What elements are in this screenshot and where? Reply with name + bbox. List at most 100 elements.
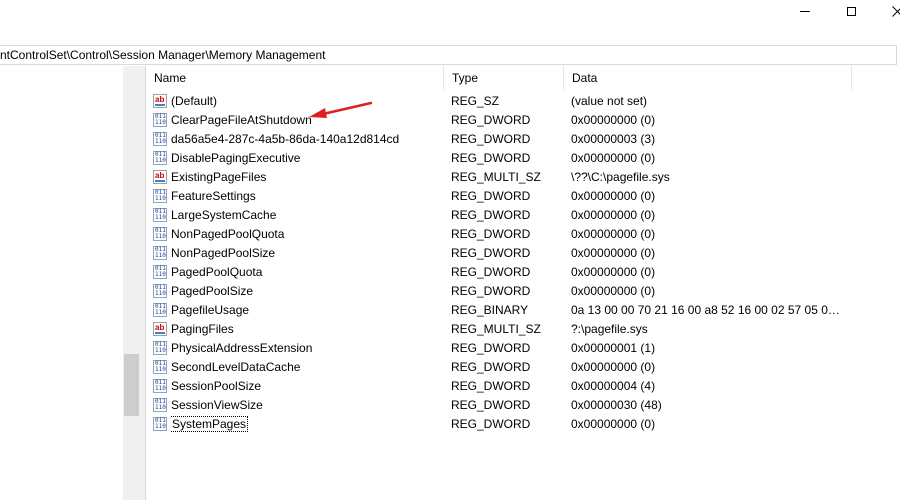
value-type: REG_DWORD (451, 189, 531, 203)
binary-value-icon: 011 110 (153, 227, 167, 241)
table-row[interactable]: 011 110 LargeSystemCache REG_DWORD 0x0000000… (146, 206, 900, 225)
value-name: SecondLevelDataCache (171, 358, 441, 377)
value-name: SystemPages (171, 415, 441, 434)
table-row[interactable]: 011 110 PagefileUsage REG_BINARY 0a 13 00 00… (146, 301, 900, 320)
value-type: REG_DWORD (451, 113, 531, 127)
value-name-text: FeatureSettings (171, 189, 256, 203)
table-row[interactable]: 011 110 SessionViewSize REG_DWORD 0x00000030… (146, 396, 900, 415)
value-name-text: SessionViewSize (171, 398, 263, 412)
value-data: 0x00000000 (0) (571, 417, 656, 431)
value-data: 0x00000000 (0) (571, 113, 656, 127)
tree-scrollbar[interactable] (123, 66, 140, 500)
value-name: NonPagedPoolSize (171, 244, 441, 263)
value-name: PagedPoolQuota (171, 263, 441, 282)
value-name-text: NonPagedPoolSize (171, 246, 276, 260)
value-type: REG_DWORD (451, 341, 531, 355)
binary-value-icon: 011 110 (153, 208, 167, 222)
close-icon (891, 5, 900, 17)
column-header: Name Type Data (146, 66, 900, 90)
value-name: FeatureSettings (171, 187, 441, 206)
value-name-text: (Default) (171, 94, 218, 108)
ab-string-icon: ab (153, 170, 167, 184)
value-name: da56a5e4-287c-4a5b-86da-140a12d814cd (171, 130, 441, 149)
value-type: REG_DWORD (451, 132, 531, 146)
key-tree-pane[interactable] (0, 66, 140, 500)
address-bar[interactable]: ntControlSet\Control\Session Manager\Mem… (0, 45, 897, 65)
value-data: 0x00000030 (48) (571, 398, 662, 412)
value-name: ExistingPageFiles (171, 168, 441, 187)
value-data: 0x00000001 (1) (571, 341, 656, 355)
table-row[interactable]: 011 110 PagedPoolQuota REG_DWORD 0x00000000 … (146, 263, 900, 282)
table-row[interactable]: ab PagingFiles REG_MULTI_SZ ?:\pagefile.sys (146, 320, 900, 339)
close-button[interactable] (874, 0, 900, 22)
value-type: REG_DWORD (451, 360, 531, 374)
value-name-text: LargeSystemCache (171, 208, 277, 222)
value-name-text: SessionPoolSize (171, 379, 262, 393)
value-type: REG_DWORD (451, 284, 531, 298)
table-row[interactable]: ab (Default) REG_SZ (value not set) (146, 92, 900, 111)
value-data: 0x00000004 (4) (571, 379, 656, 393)
values-list: ab (Default) REG_SZ (value not set) 011 110 Cl… (146, 92, 900, 434)
table-row[interactable]: 011 110 SystemPages REG_DWORD 0x00000000 (0) (146, 415, 900, 434)
value-data: 0x00000000 (0) (571, 246, 656, 260)
table-row[interactable]: 011 110 da56a5e4-287c-4a5b-86da-140a12d814… (146, 130, 900, 149)
binary-value-icon: 011 110 (153, 132, 167, 146)
title-bar (0, 0, 900, 44)
table-row[interactable]: 011 110 PagedPoolSize REG_DWORD 0x00000000 (… (146, 282, 900, 301)
column-header-data[interactable]: Data (564, 66, 852, 90)
table-row[interactable]: 011 110 DisablePagingExecutive REG_DWORD 0x0… (146, 149, 900, 168)
table-row[interactable]: 011 110 NonPagedPoolQuota REG_DWORD 0x000000… (146, 225, 900, 244)
minimize-icon (800, 10, 810, 12)
binary-value-icon: 011 110 (153, 284, 167, 298)
table-row[interactable]: 011 110 SessionPoolSize REG_DWORD 0x00000004… (146, 377, 900, 396)
table-row[interactable]: 011 110 SecondLevelDataCache REG_DWORD 0x000… (146, 358, 900, 377)
value-name: LargeSystemCache (171, 206, 441, 225)
value-name: SessionViewSize (171, 396, 441, 415)
binary-value-icon: 011 110 (153, 341, 167, 355)
binary-value-icon: 011 110 (153, 246, 167, 260)
value-type: REG_DWORD (451, 417, 531, 431)
address-path: ntControlSet\Control\Session Manager\Mem… (0, 48, 326, 62)
value-data: 0x00000003 (3) (571, 132, 656, 146)
value-type: REG_DWORD (451, 265, 531, 279)
values-list-pane[interactable]: Name Type Data ab (Default) REG_SZ (value n… (145, 66, 900, 500)
value-data: ?:\pagefile.sys (571, 322, 648, 336)
maximize-icon (846, 6, 856, 16)
value-data: 0a 13 00 00 70 21 16 00 a8 52 16 00 02 5… (571, 303, 846, 317)
value-type: REG_DWORD (451, 227, 531, 241)
binary-value-icon: 011 110 (153, 417, 167, 431)
maximize-button[interactable] (828, 0, 874, 22)
binary-value-icon: 011 110 (153, 360, 167, 374)
value-type: REG_BINARY (451, 303, 529, 317)
binary-value-icon: 011 110 (153, 189, 167, 203)
table-row[interactable]: 011 110 NonPagedPoolSize REG_DWORD 0x0000000… (146, 244, 900, 263)
value-type: REG_MULTI_SZ (451, 322, 541, 336)
table-row[interactable]: 011 110 FeatureSettings REG_DWORD 0x00000000… (146, 187, 900, 206)
value-name: ClearPageFileAtShutdown (171, 111, 441, 130)
table-row[interactable]: 011 110 ClearPageFileAtShutdown REG_DWORD 0x… (146, 111, 900, 130)
value-name: PhysicalAddressExtension (171, 339, 441, 358)
value-type: REG_DWORD (451, 246, 531, 260)
binary-value-icon: 011 110 (153, 379, 167, 393)
table-row[interactable]: 011 110 PhysicalAddressExtension REG_DWORD 0… (146, 339, 900, 358)
binary-value-icon: 011 110 (153, 303, 167, 317)
column-header-type[interactable]: Type (444, 66, 564, 90)
column-header-name[interactable]: Name (146, 66, 444, 90)
value-name-text: PagingFiles (171, 322, 234, 336)
tree-scrollbar-thumb[interactable] (124, 354, 139, 416)
value-type: REG_DWORD (451, 151, 531, 165)
value-data: 0x00000000 (0) (571, 227, 656, 241)
value-data: \??\C:\pagefile.sys (571, 170, 670, 184)
value-name-text: DisablePagingExecutive (171, 151, 301, 165)
minimize-button[interactable] (782, 0, 828, 22)
table-row[interactable]: ab ExistingPageFiles REG_MULTI_SZ \??\C:\pa… (146, 168, 900, 187)
value-name-text: NonPagedPoolQuota (171, 227, 285, 241)
value-name-text: PagedPoolSize (171, 284, 254, 298)
ab-string-icon: ab (153, 94, 167, 108)
value-name: DisablePagingExecutive (171, 149, 441, 168)
value-name-text: da56a5e4-287c-4a5b-86da-140a12d814cd (171, 132, 400, 146)
value-name-text: ExistingPageFiles (171, 170, 267, 184)
value-data: 0x00000000 (0) (571, 284, 656, 298)
value-name: PagefileUsage (171, 301, 441, 320)
value-data: 0x00000000 (0) (571, 360, 656, 374)
